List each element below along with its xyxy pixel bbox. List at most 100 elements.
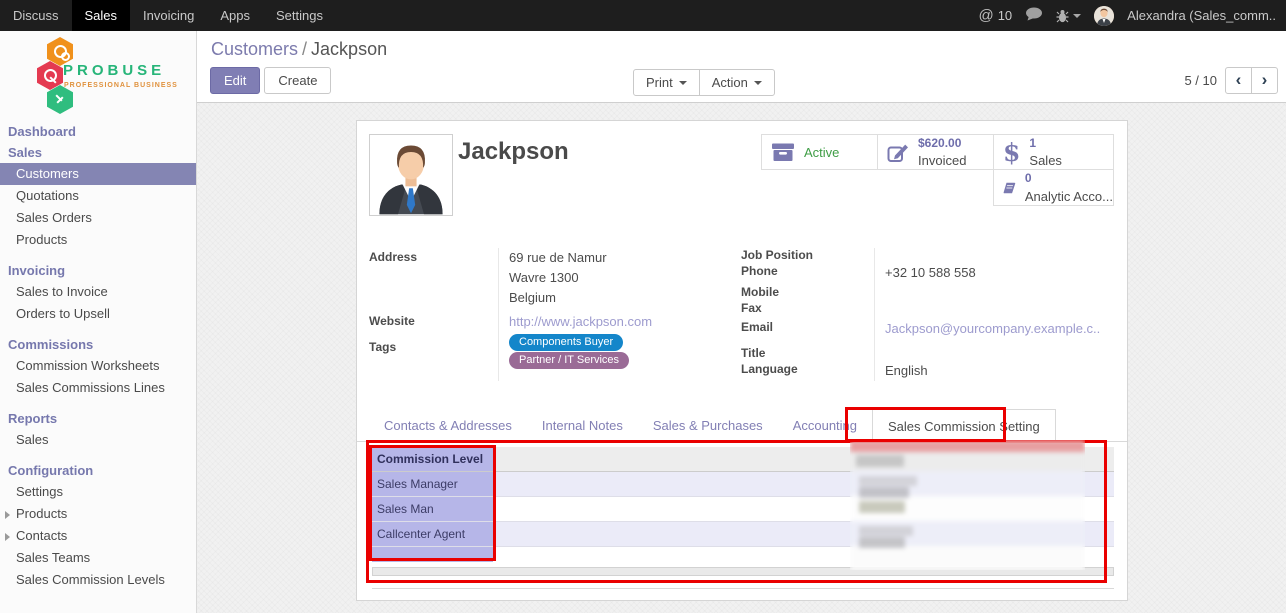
commission-level-header[interactable]: Commission Level (372, 447, 493, 471)
address-label: Address (369, 250, 417, 264)
notebook-tabs: Contacts & Addresses Internal Notes Sale… (357, 409, 1127, 442)
address-line2: Wavre 1300 (509, 270, 579, 285)
sidebar-item-sales-orders[interactable]: Sales Orders (0, 207, 196, 229)
tags-label: Tags (369, 340, 396, 354)
book-icon (1003, 178, 1016, 198)
sidebar-item-customers[interactable]: Customers (0, 163, 196, 185)
logo-subtitle: PROFESSIONAL BUSINESS (64, 82, 178, 89)
pager-count: 5 / 10 (1184, 73, 1217, 88)
sidebar-heading-configuration[interactable]: Configuration (0, 460, 196, 481)
phone-label: Phone (741, 264, 778, 278)
censored-region (850, 440, 1085, 570)
website-link[interactable]: http://www.jackpson.com (509, 314, 652, 329)
sidebar-heading-dashboard[interactable]: Dashboard (0, 121, 196, 142)
user-name[interactable]: Alexandra (Sales_comm.. (1127, 8, 1276, 23)
sidebar-item-quotations[interactable]: Quotations (0, 185, 196, 207)
menu-sales[interactable]: Sales (72, 0, 131, 31)
sales-count: 1 (1029, 136, 1036, 150)
mobile-label: Mobile (741, 285, 779, 299)
sidebar-item-products[interactable]: Products (0, 229, 196, 251)
user-avatar[interactable] (1094, 6, 1114, 26)
tab-sales-commission-setting[interactable]: Sales Commission Setting (872, 409, 1056, 442)
tag-partner-it-services: Partner / IT Services (509, 352, 629, 369)
control-panel: Customers/Jackpson Edit Create Print Act… (197, 31, 1286, 103)
invoiced-amount: $620.00 (918, 136, 961, 150)
sidebar-item-sales-to-invoice[interactable]: Sales to Invoice (0, 281, 196, 303)
customer-name: Jackpson (458, 138, 569, 166)
bug-icon (1056, 9, 1069, 23)
sidebar-item-config-products[interactable]: Products (0, 503, 196, 525)
edit-button[interactable]: Edit (210, 67, 260, 94)
sidebar-heading-reports[interactable]: Reports (0, 408, 196, 429)
fax-label: Fax (741, 301, 762, 315)
dollar-icon: $ (1003, 138, 1020, 167)
menu-settings[interactable]: Settings (263, 0, 336, 31)
mentions-count: 10 (998, 8, 1012, 23)
email-link[interactable]: Jackpson@yourcompany.example.c.. (885, 321, 1100, 336)
tab-contacts-addresses[interactable]: Contacts & Addresses (369, 409, 527, 441)
sales-label: Sales (1029, 153, 1062, 168)
table-bottom-border (372, 588, 1114, 589)
sidebar-item-config-contacts[interactable]: Contacts (0, 525, 196, 547)
pager: 5 / 10 ‹ › (1184, 67, 1278, 94)
edit-icon (887, 141, 909, 163)
at-icon: @ (978, 7, 993, 24)
tab-accounting[interactable]: Accounting (778, 409, 872, 441)
tag-components-buyer: Components Buyer (509, 334, 623, 351)
breadcrumb-current: Jackpson (311, 39, 387, 59)
website-label: Website (369, 314, 415, 328)
sales-stat-button[interactable]: $ 1 Sales (993, 134, 1114, 170)
analytic-stat-button[interactable]: 0 Analytic Acco... (993, 169, 1114, 206)
pager-next-button[interactable]: › (1251, 67, 1278, 94)
action-dropdowns: Print Action (633, 69, 775, 96)
pager-previous-button[interactable]: ‹ (1225, 67, 1252, 94)
customer-avatar[interactable] (369, 134, 453, 216)
breadcrumb: Customers/Jackpson (211, 39, 387, 60)
tab-internal-notes[interactable]: Internal Notes (527, 409, 638, 441)
active-status-label: Active (804, 145, 839, 160)
action-dropdown[interactable]: Action (699, 69, 775, 96)
sidebar-item-sales-commissions-lines[interactable]: Sales Commissions Lines (0, 377, 196, 399)
sidebar-item-sales-teams[interactable]: Sales Teams (0, 547, 196, 569)
expand-icon (5, 533, 10, 541)
print-dropdown[interactable]: Print (633, 69, 700, 96)
field-separator (874, 248, 875, 381)
analytic-count: 0 (1025, 171, 1032, 185)
sidebar-item-reports-sales[interactable]: Sales (0, 429, 196, 451)
address-line3: Belgium (509, 290, 556, 305)
analytic-label: Analytic Acco... (1025, 189, 1113, 204)
breadcrumb-separator: / (298, 39, 311, 59)
language-value: English (885, 363, 928, 378)
messages-icon[interactable] (1025, 7, 1043, 24)
invoiced-stat-button[interactable]: $620.00 Invoiced (877, 134, 994, 170)
sidebar-item-settings[interactable]: Settings (0, 481, 196, 503)
top-navbar: Discuss Sales Invoicing Apps Settings @ … (0, 0, 1286, 31)
sidebar-item-commission-worksheets[interactable]: Commission Worksheets (0, 355, 196, 377)
breadcrumb-customers-link[interactable]: Customers (211, 39, 298, 59)
company-logo: PROBUSE PROFESSIONAL BUSINESS (0, 31, 196, 121)
sidebar-item-orders-to-upsell[interactable]: Orders to Upsell (0, 303, 196, 325)
sidebar-item-sales-commission-levels[interactable]: Sales Commission Levels (0, 569, 196, 591)
caret-down-icon (1073, 14, 1081, 18)
menu-invoicing[interactable]: Invoicing (130, 0, 207, 31)
sidebar-heading-commissions[interactable]: Commissions (0, 334, 196, 355)
archive-icon (771, 143, 795, 162)
field-separator (498, 248, 499, 381)
invoiced-label: Invoiced (918, 153, 966, 168)
tab-sales-purchases[interactable]: Sales & Purchases (638, 409, 778, 441)
create-button[interactable]: Create (264, 67, 331, 94)
sidebar-heading-invoicing[interactable]: Invoicing (0, 260, 196, 281)
topbar-right: @ 10 Alexandra (Sales_comm.. (978, 0, 1286, 31)
sidebar-heading-sales[interactable]: Sales (0, 142, 196, 163)
menu-apps[interactable]: Apps (207, 0, 263, 31)
mentions-counter[interactable]: @ 10 (978, 7, 1012, 24)
email-label: Email (741, 320, 773, 334)
job-position-label: Job Position (741, 248, 813, 262)
menu-discuss[interactable]: Discuss (0, 0, 72, 31)
active-stat-button[interactable]: Active (761, 134, 878, 170)
app-window: Discuss Sales Invoicing Apps Settings @ … (0, 0, 1286, 613)
address-line1: 69 rue de Namur (509, 250, 607, 265)
top-menu: Discuss Sales Invoicing Apps Settings (0, 0, 336, 31)
debug-menu[interactable] (1056, 9, 1081, 23)
expand-icon (5, 511, 10, 519)
